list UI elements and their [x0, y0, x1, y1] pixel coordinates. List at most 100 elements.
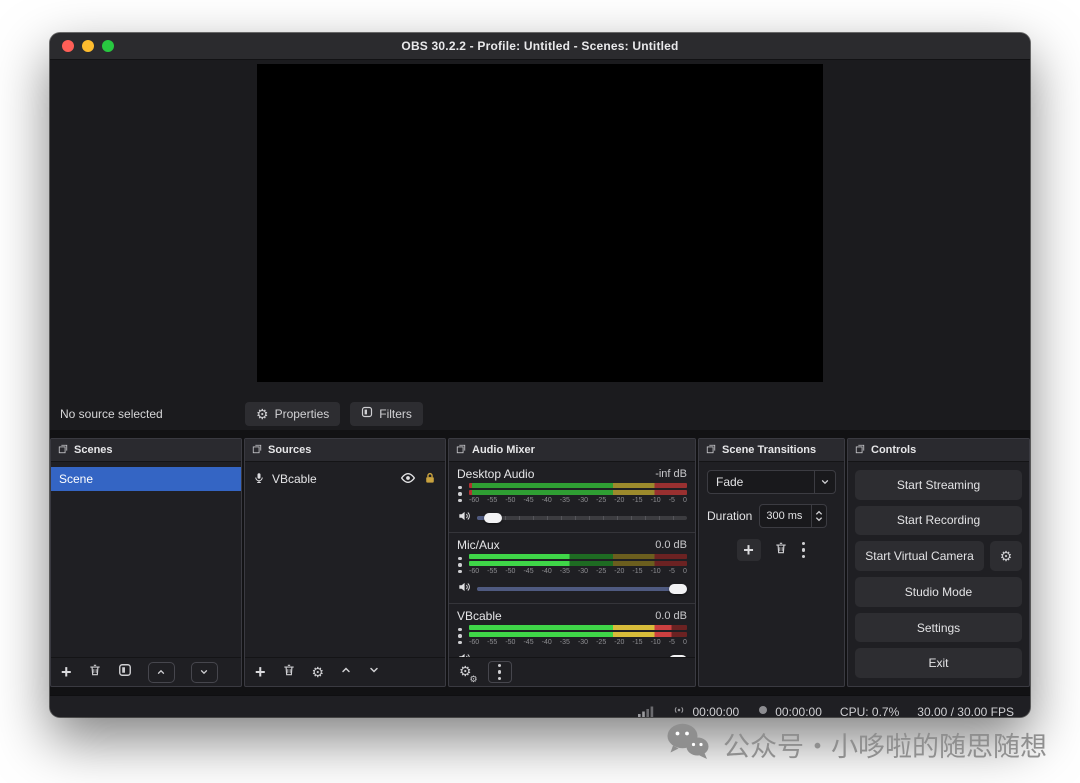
audio-mixer-panel: Audio Mixer Desktop Audio -inf dB	[448, 438, 696, 687]
mixer-menu-button[interactable]	[488, 661, 512, 683]
meter-scale: -60-55-50-45-40-35-30-25-20-15-10-50	[469, 639, 687, 647]
channel-level: 0.0 dB	[655, 539, 687, 551]
channel-menu-icon[interactable]	[457, 554, 463, 576]
title-bar[interactable]: OBS 30.2.2 - Profile: Untitled - Scenes:…	[50, 33, 1030, 60]
volume-meter	[469, 483, 687, 495]
exit-button[interactable]: Exit	[855, 648, 1022, 678]
scene-transitions-title: Scene Transitions	[722, 444, 816, 456]
wechat-icon	[666, 722, 710, 767]
speaker-icon[interactable]	[457, 651, 471, 658]
dock-icon	[855, 444, 865, 457]
studio-mode-button[interactable]: Studio Mode	[855, 577, 1022, 607]
volume-slider[interactable]	[477, 652, 687, 657]
visibility-eye-icon[interactable]	[400, 470, 416, 489]
kebab-menu-icon	[497, 664, 503, 681]
transition-menu-icon[interactable]	[801, 542, 807, 559]
channel-level: 0.0 dB	[655, 610, 687, 622]
gear-icon: ⚙	[1000, 549, 1013, 563]
audio-mixer-title: Audio Mixer	[472, 444, 535, 456]
network-signal-icon	[638, 705, 654, 717]
spinner-arrows-icon[interactable]	[811, 505, 826, 527]
watermark: 公众号・小哆啦的随思随想	[666, 719, 1047, 769]
move-scene-down-button[interactable]	[191, 662, 218, 683]
mixer-channel-mic-aux: Mic/Aux 0.0 dB -60-55-50-45-40-35-30-25-…	[449, 533, 695, 604]
lock-icon[interactable]	[423, 471, 437, 488]
scenes-panel: Scenes Scene +	[50, 438, 242, 687]
transition-value: Fade	[708, 475, 814, 489]
record-icon	[757, 704, 769, 717]
remove-source-button[interactable]	[282, 663, 296, 682]
properties-button[interactable]: ⚙ Properties	[245, 402, 340, 426]
maximize-button[interactable]	[102, 40, 114, 52]
watermark-text: 公众号・小哆啦的随思随想	[723, 725, 1047, 764]
channel-menu-icon[interactable]	[457, 483, 463, 505]
duration-spinbox[interactable]: 300 ms	[759, 504, 827, 528]
transition-select[interactable]: Fade	[707, 470, 836, 494]
source-properties-gear-icon[interactable]: ⚙	[312, 665, 325, 679]
source-list-item[interactable]: VBcable	[245, 467, 445, 491]
start-streaming-button[interactable]: Start Streaming	[855, 470, 1022, 500]
dock-area: Scenes Scene +	[50, 430, 1030, 695]
dock-icon	[252, 444, 262, 457]
scenes-list: Scene	[51, 462, 241, 657]
add-transition-button[interactable]: +	[737, 539, 761, 561]
virtual-camera-settings-button[interactable]: ⚙	[990, 541, 1022, 571]
volume-slider-knob[interactable]	[669, 584, 687, 594]
scene-transitions-panel-header[interactable]: Scene Transitions	[699, 439, 844, 462]
properties-label: Properties	[275, 407, 330, 421]
audio-mixer-toolbar: ⚙ ⚙	[449, 657, 695, 686]
scene-list-item[interactable]: Scene	[51, 467, 241, 491]
mixer-channel-vbcable: VBcable 0.0 dB -60-55-50-45-40-35-30-25-…	[449, 604, 695, 657]
settings-button[interactable]: Settings	[855, 613, 1022, 643]
broadcast-icon	[672, 703, 686, 717]
volume-slider-knob[interactable]	[484, 513, 502, 523]
speaker-icon[interactable]	[457, 580, 471, 599]
speaker-icon[interactable]	[457, 509, 471, 528]
sources-panel: Sources VBcable + ⚙	[244, 438, 446, 687]
video-canvas[interactable]	[257, 64, 823, 382]
move-scene-up-button[interactable]	[148, 662, 175, 683]
advanced-audio-gear-icon[interactable]: ⚙ ⚙	[459, 663, 472, 681]
chevron-down-icon[interactable]	[814, 471, 835, 493]
preview-area	[50, 60, 1030, 397]
start-virtual-camera-button[interactable]: Start Virtual Camera	[855, 541, 984, 571]
audio-mixer-panel-header[interactable]: Audio Mixer	[449, 439, 695, 462]
scenes-title: Scenes	[74, 444, 113, 456]
volume-meter	[469, 554, 687, 566]
move-source-up-button[interactable]	[340, 663, 352, 681]
scenes-panel-header[interactable]: Scenes	[51, 439, 241, 462]
controls-panel-header[interactable]: Controls	[848, 439, 1029, 462]
channel-name: Desktop Audio	[457, 467, 534, 481]
close-button[interactable]	[62, 40, 74, 52]
sources-toolbar: + ⚙	[245, 657, 445, 686]
start-recording-button[interactable]: Start Recording	[855, 506, 1022, 536]
obs-window: OBS 30.2.2 - Profile: Untitled - Scenes:…	[50, 33, 1030, 717]
meter-scale: -60-55-50-45-40-35-30-25-20-15-10-50	[469, 568, 687, 576]
minimize-button[interactable]	[82, 40, 94, 52]
dock-icon	[456, 444, 466, 457]
volume-slider-knob[interactable]	[669, 655, 687, 657]
volume-slider[interactable]	[477, 510, 687, 526]
scene-transitions-body: Fade Duration 300 ms	[699, 462, 844, 686]
channel-name: Mic/Aux	[457, 538, 500, 552]
status-bar: 00:00:00 00:00:00 CPU: 0.7% 30.00 / 30.0…	[50, 695, 1030, 717]
channel-menu-icon[interactable]	[457, 625, 463, 647]
remove-scene-button[interactable]	[88, 663, 102, 682]
add-source-button[interactable]: +	[255, 663, 266, 681]
move-source-down-button[interactable]	[368, 663, 380, 681]
channel-name: VBcable	[457, 609, 502, 623]
no-source-status: No source selected	[60, 407, 245, 421]
add-scene-button[interactable]: +	[61, 663, 72, 681]
traffic-lights	[62, 33, 114, 59]
volume-slider[interactable]	[477, 581, 687, 597]
source-toolbar: No source selected ⚙ Properties Filters	[50, 397, 1030, 430]
filters-button[interactable]: Filters	[350, 402, 423, 426]
scene-item-label: Scene	[59, 472, 93, 486]
sources-list: VBcable	[245, 462, 445, 657]
scene-filters-button[interactable]	[118, 663, 132, 682]
sources-panel-header[interactable]: Sources	[245, 439, 445, 462]
audio-mixer-body: Desktop Audio -inf dB -60-55-50-45-40-35…	[449, 462, 695, 657]
small-gear-icon: ⚙	[469, 675, 477, 684]
controls-title: Controls	[871, 444, 916, 456]
remove-transition-button[interactable]	[774, 541, 788, 560]
